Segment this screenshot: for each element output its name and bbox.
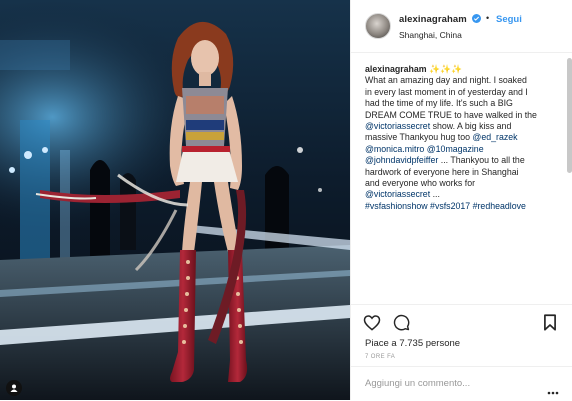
mention-link[interactable]: @ed_razek xyxy=(472,132,517,142)
comment-box: Aggiungi un commento... xyxy=(351,366,572,401)
location-link[interactable]: Shanghai, China xyxy=(399,30,462,40)
more-options-icon[interactable] xyxy=(547,382,559,400)
mention-link[interactable]: @victoriassecret xyxy=(365,189,430,199)
heart-icon[interactable] xyxy=(363,314,381,336)
post-time: 7 ORE FA xyxy=(365,354,396,360)
post-photo[interactable] xyxy=(0,0,350,400)
post-sidebar: alexinagraham • Segui Shanghai, China al… xyxy=(350,0,572,400)
separator-dot: • xyxy=(486,13,490,23)
bookmark-icon[interactable] xyxy=(543,314,557,336)
post-caption: alexinagraham ✨✨✨ What an amazing day an… xyxy=(365,64,565,212)
avatar[interactable] xyxy=(365,13,391,39)
hashtag-link[interactable]: #vsfs2017 xyxy=(430,201,470,211)
caption-text: ... Thankyou to all the xyxy=(438,155,525,166)
caption-line: and everyone who works for xyxy=(365,178,476,189)
mention-link[interactable]: @10magazine xyxy=(427,144,484,154)
action-bar xyxy=(351,304,572,341)
comment-icon[interactable] xyxy=(393,314,410,336)
comment-input[interactable]: Aggiungi un commento... xyxy=(365,378,470,389)
caption-username[interactable]: alexinagraham xyxy=(365,64,427,74)
post-header: alexinagraham • Segui Shanghai, China xyxy=(351,0,572,53)
verified-badge-icon xyxy=(472,14,481,23)
caption-line: What an amazing day and night. I soaked xyxy=(365,75,527,86)
caption-emoji: ✨✨✨ xyxy=(429,64,462,74)
caption-line: hardwork of everyone here in Shanghai xyxy=(365,166,519,177)
caption-text: ... xyxy=(430,189,440,200)
caption-text: massive Thankyou hug too xyxy=(365,132,473,143)
caption-scrollbar[interactable] xyxy=(567,58,572,173)
hashtag-link[interactable]: #vsfashionshow xyxy=(365,201,428,211)
caption-line: had the time of my life. It's such a BIG xyxy=(365,98,513,109)
caption-text: show. A big kiss and xyxy=(430,121,512,132)
mention-link[interactable]: @monica.mitro xyxy=(365,144,424,154)
user-tag-icon[interactable] xyxy=(6,380,22,396)
mention-link[interactable]: @victoriassecret xyxy=(365,121,430,131)
runway-model-image xyxy=(0,0,350,400)
follow-button[interactable]: Segui xyxy=(496,14,522,25)
username-link[interactable]: alexinagraham xyxy=(399,14,467,25)
mention-link[interactable]: @johndavidpfeiffer xyxy=(365,155,438,165)
caption-line: DREAM COME TRUE to have walked in the xyxy=(365,109,537,120)
likes-count[interactable]: Piace a 7.735 persone xyxy=(365,338,460,349)
caption-line: in every last moment in of yesterday and… xyxy=(365,86,528,97)
hashtag-link[interactable]: #redheadlove xyxy=(473,201,526,211)
